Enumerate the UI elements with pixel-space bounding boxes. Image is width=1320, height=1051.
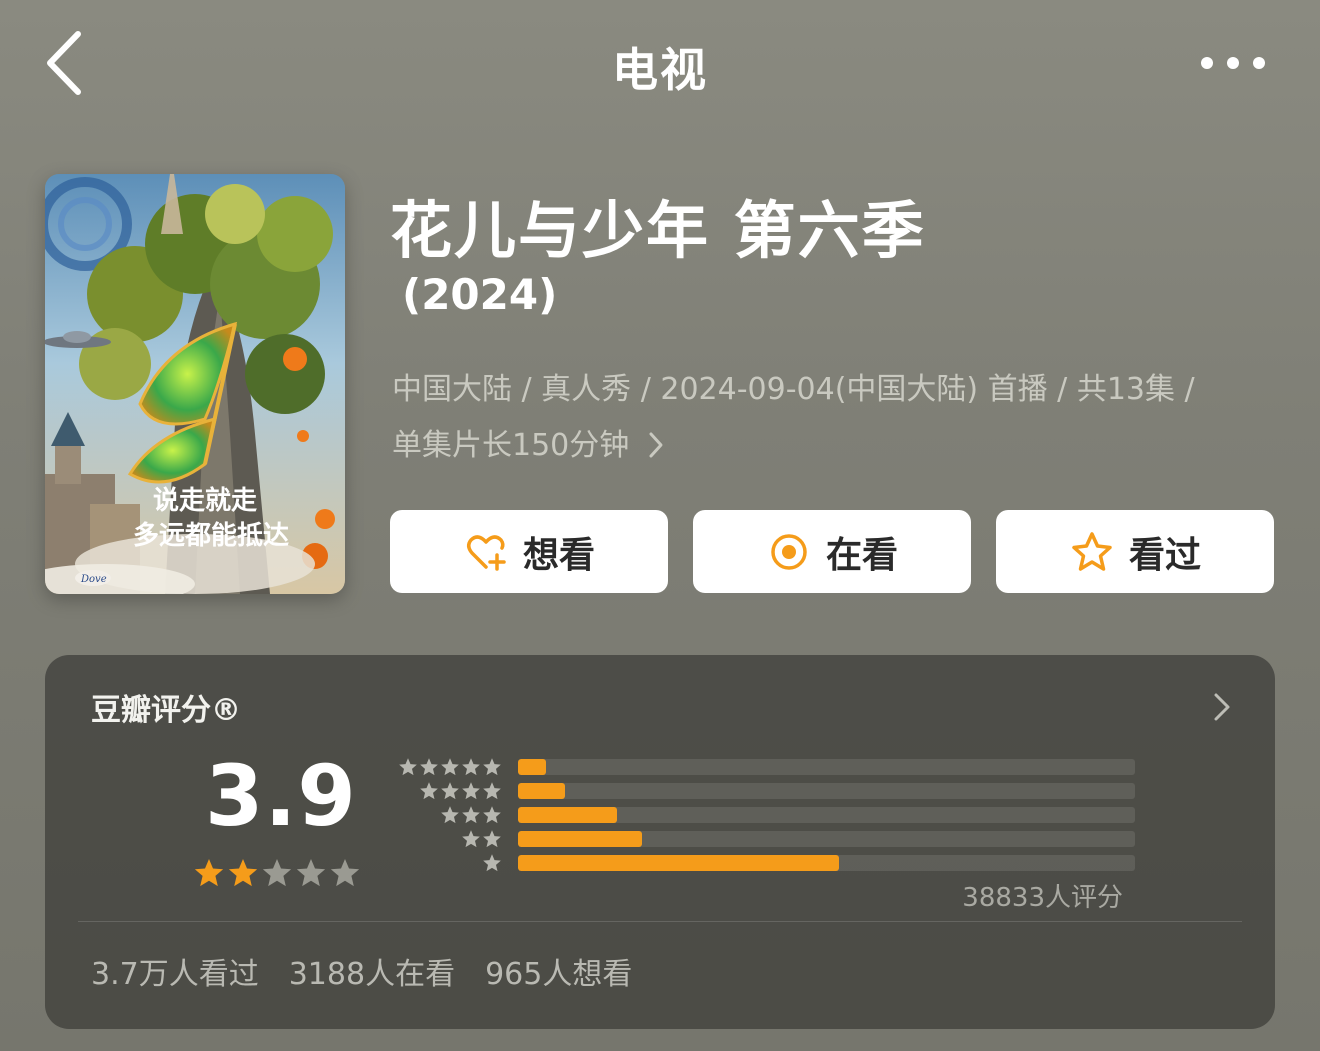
divider — [78, 921, 1242, 922]
want-count: 965人想看 — [485, 957, 633, 992]
heart-plus-icon — [466, 534, 506, 571]
want-to-watch-button[interactable]: 想看 — [390, 510, 668, 593]
meta-line-1: 中国大陆 / 真人秀 / 2024-09-04(中国大陆) 首播 / 共13集 … — [392, 372, 1195, 407]
poster-title-line2: 多远都能抵达 — [133, 520, 289, 551]
poster-title-line1: 说走就走 — [153, 486, 257, 516]
want-to-watch-label: 想看 — [522, 534, 595, 576]
watched-label: 看过 — [1128, 534, 1201, 576]
watched-button[interactable]: 看过 — [996, 510, 1274, 593]
distribution-bar-fill — [518, 831, 642, 847]
star-icon — [420, 758, 439, 776]
star-icon — [462, 758, 481, 776]
poster-artwork: 说走就走 多远都能抵达 Dove — [45, 174, 345, 594]
distribution-bar-fill — [518, 807, 617, 823]
rating-card[interactable]: 豆瓣评分® 3.9 38833人评分 3.7万人看过 3188人在看 965人想… — [45, 655, 1275, 1029]
chevron-right-icon — [649, 432, 663, 458]
star-icon — [462, 782, 481, 800]
star-empty-icon — [262, 859, 292, 887]
distribution-row — [375, 779, 1135, 803]
audience-stats: 3.7万人看过 3188人在看 965人想看 — [91, 949, 632, 993]
watched-count: 3.7万人看过 — [91, 957, 259, 992]
distribution-row — [375, 851, 1135, 875]
rating-distribution — [375, 755, 1135, 875]
rating-score: 3.9 — [205, 747, 357, 845]
show-poster[interactable]: 说走就走 多远都能抵达 Dove — [45, 174, 345, 594]
star-icon — [441, 806, 460, 824]
more-horizontal-icon — [1201, 57, 1265, 69]
star-icon — [462, 830, 481, 848]
star-outline-icon — [1072, 531, 1112, 571]
star-filled-icon — [194, 859, 224, 887]
distribution-stars — [375, 757, 502, 777]
score-stars — [193, 857, 361, 889]
distribution-bar-fill — [518, 759, 547, 775]
star-icon — [483, 782, 502, 800]
distribution-stars — [375, 829, 502, 849]
star-icon — [483, 830, 502, 848]
distribution-bar-fill — [518, 855, 839, 871]
meta-line-2: 单集片长150分钟 — [392, 428, 630, 463]
distribution-stars — [375, 805, 502, 825]
target-circle-icon — [771, 533, 807, 570]
distribution-bar-track — [518, 759, 1135, 775]
distribution-row — [375, 827, 1135, 851]
page-title: 电视 — [612, 43, 708, 97]
star-icon — [483, 806, 502, 824]
watching-button[interactable]: 在看 — [693, 510, 971, 593]
chevron-right-icon[interactable] — [1211, 689, 1233, 725]
top-bar: 电视 — [0, 0, 1320, 130]
show-year: (2024) — [402, 270, 558, 319]
star-icon — [441, 782, 460, 800]
distribution-row — [375, 803, 1135, 827]
distribution-stars — [375, 781, 502, 801]
star-filled-icon — [228, 859, 258, 887]
distribution-bar-track — [518, 831, 1135, 847]
star-empty-icon — [296, 859, 326, 887]
star-icon — [462, 806, 481, 824]
show-meta[interactable]: 中国大陆 / 真人秀 / 2024-09-04(中国大陆) 首播 / 共13集 … — [392, 362, 1272, 474]
star-icon — [399, 758, 418, 776]
watching-count: 3188人在看 — [288, 957, 456, 992]
star-icon — [483, 854, 502, 872]
star-icon — [441, 758, 460, 776]
more-button[interactable] — [1198, 50, 1268, 76]
distribution-row — [375, 755, 1135, 779]
rating-title: 豆瓣评分® — [91, 693, 241, 728]
show-title: 花儿与少年 第六季 — [390, 194, 926, 267]
star-icon — [420, 782, 439, 800]
distribution-bar-track — [518, 855, 1135, 871]
distribution-bar-fill — [518, 783, 565, 799]
watching-label: 在看 — [825, 534, 898, 576]
star-icon — [483, 758, 502, 776]
rating-count: 38833人评分 — [962, 883, 1123, 913]
distribution-stars — [375, 853, 502, 873]
meta-line-2-wrap: 单集片长150分钟 — [392, 418, 1272, 474]
poster-badge: Dove — [80, 574, 107, 585]
star-empty-icon — [330, 859, 360, 887]
distribution-bar-track — [518, 807, 1135, 823]
distribution-bar-track — [518, 783, 1135, 799]
